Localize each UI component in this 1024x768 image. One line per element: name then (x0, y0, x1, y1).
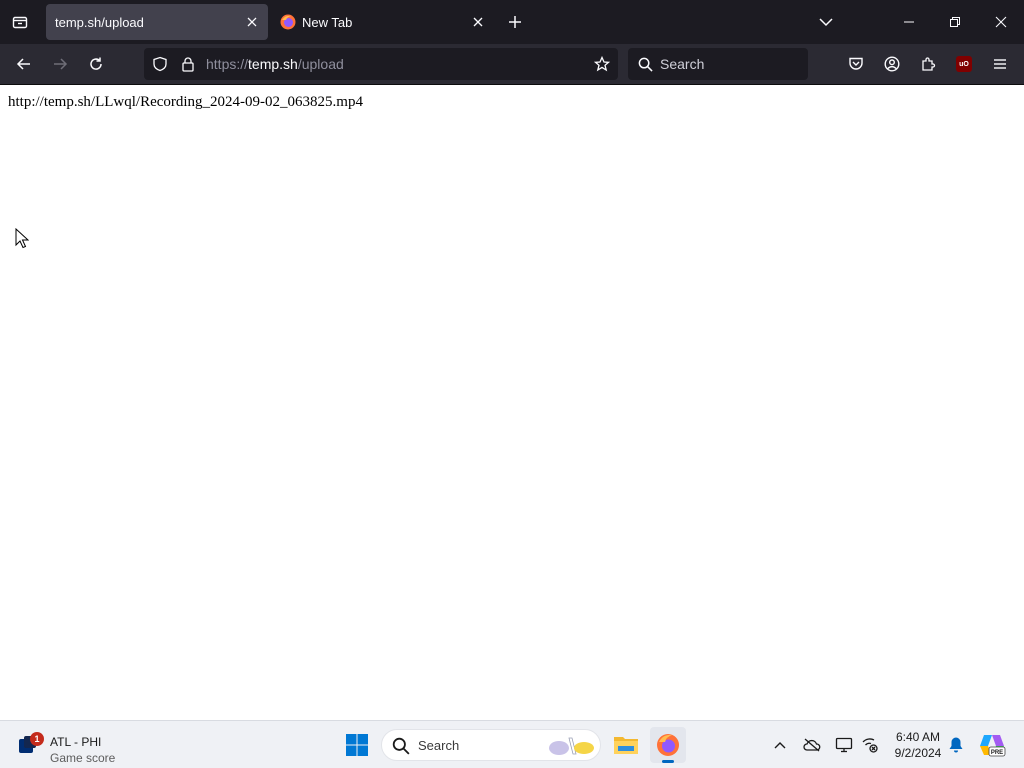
search-highlight-illustration-icon (549, 737, 594, 755)
tab-list-icon (12, 16, 28, 29)
pocket-icon (849, 57, 863, 70)
tab-title: temp.sh/upload (55, 15, 144, 30)
taskbar-search-box[interactable]: Search (381, 729, 601, 761)
windows-taskbar: 1 ATL - PHI Game score Search 6:40 AM 9/… (0, 720, 1024, 768)
forward-arrow-icon (54, 58, 68, 70)
address-bar[interactable]: https://temp.sh/upload (144, 48, 618, 80)
restore-icon (950, 17, 960, 27)
notification-badge: 1 (30, 732, 44, 746)
chevron-up-icon (774, 742, 786, 749)
navigation-toolbar: https://temp.sh/upload Search uO (0, 44, 1024, 85)
folder-icon (614, 737, 638, 754)
forward-button[interactable] (44, 48, 76, 80)
url-path: /upload (297, 56, 344, 72)
tab-bar: temp.sh/upload New Tab (0, 0, 1024, 44)
back-button[interactable] (8, 48, 40, 80)
ublock-extension-button[interactable]: uO (948, 48, 980, 80)
bell-icon (949, 737, 963, 753)
ublock-icon: uO (956, 56, 972, 72)
widgets-button[interactable]: 1 ATL - PHI Game score (18, 727, 158, 765)
list-all-tabs-icon (819, 18, 833, 27)
extensions-button[interactable] (912, 48, 944, 80)
tab-title: New Tab (302, 15, 353, 30)
widget-subtitle: Game score (50, 751, 116, 765)
bookmark-star-icon[interactable] (590, 52, 614, 76)
account-icon (884, 56, 900, 72)
search-bar[interactable]: Search (628, 48, 808, 80)
copilot-button[interactable]: PRE (976, 729, 1008, 761)
list-all-tabs-button[interactable] (812, 8, 840, 36)
url-host: temp.sh (248, 56, 298, 72)
back-arrow-icon (16, 58, 30, 70)
copilot-icon: PRE (980, 735, 1006, 757)
restore-button[interactable] (936, 6, 974, 38)
running-app-indicator (662, 760, 674, 763)
pocket-button[interactable] (840, 48, 872, 80)
page-content: http://temp.sh/LLwql/Recording_2024-09-0… (0, 86, 1024, 720)
close-icon (247, 17, 257, 27)
windows-logo-icon (346, 734, 368, 756)
tab-temp-sh-upload[interactable]: temp.sh/upload (46, 4, 268, 40)
reload-button[interactable] (80, 48, 112, 80)
system-clock[interactable]: 6:40 AM 9/2/2024 (886, 729, 950, 761)
clock-date: 9/2/2024 (894, 746, 942, 760)
account-button[interactable] (876, 48, 908, 80)
file-explorer-button[interactable] (608, 727, 644, 763)
app-menu-button[interactable] (984, 48, 1016, 80)
network-disconnected-icon (862, 738, 878, 753)
reload-icon (90, 57, 102, 70)
widget-title: ATL - PHI (50, 735, 102, 749)
tab-new-tab[interactable]: New Tab (272, 4, 494, 40)
notifications-button[interactable] (944, 733, 968, 757)
firefox-icon (657, 734, 679, 756)
minimize-button[interactable] (890, 6, 928, 38)
url-text[interactable]: https://temp.sh/upload (206, 56, 344, 72)
mouse-pointer-icon (15, 228, 29, 249)
firefox-favicon-icon (280, 14, 296, 30)
clock-time: 6:40 AM (895, 730, 941, 744)
extensions-icon (922, 57, 936, 71)
onedrive-tray-button[interactable] (800, 733, 824, 757)
tab-list-button[interactable] (4, 6, 36, 38)
tab-close-button[interactable] (468, 12, 488, 32)
new-tab-button[interactable] (502, 8, 528, 36)
tracking-shield-icon[interactable] (151, 55, 169, 73)
new-tab-plus-icon (509, 16, 521, 28)
copilot-preview-badge: PRE (991, 750, 1003, 756)
cloud-offline-icon (803, 738, 821, 752)
search-placeholder: Search (660, 56, 705, 72)
upload-result-url[interactable]: http://temp.sh/LLwql/Recording_2024-09-0… (8, 94, 363, 111)
tab-close-button[interactable] (242, 12, 262, 32)
search-icon (392, 737, 410, 755)
firefox-taskbar-button[interactable] (650, 727, 686, 763)
network-tray-button[interactable] (858, 733, 882, 757)
lock-icon[interactable] (179, 55, 197, 73)
search-icon (636, 55, 654, 73)
hamburger-menu-icon (994, 59, 1006, 69)
url-scheme: https:// (206, 56, 249, 72)
start-button[interactable] (341, 729, 373, 761)
show-hidden-icons-button[interactable] (768, 733, 792, 757)
monitor-icon (835, 737, 853, 753)
close-icon (473, 17, 483, 27)
close-icon (995, 16, 1007, 28)
window-close-button[interactable] (982, 6, 1020, 38)
minimize-icon (904, 21, 914, 23)
display-tray-button[interactable] (832, 733, 856, 757)
taskbar-search-placeholder: Search (418, 738, 460, 753)
